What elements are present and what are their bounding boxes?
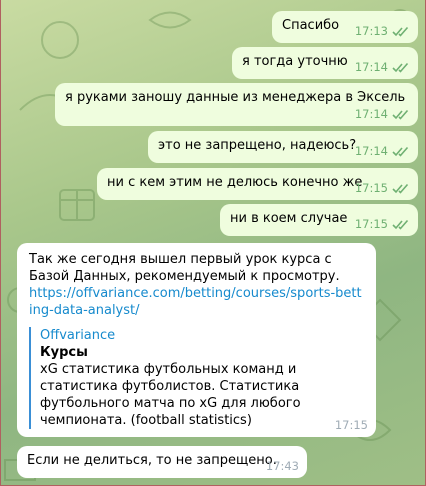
message-time: 17:15 <box>334 418 368 432</box>
message-meta: 17:14 <box>355 59 410 76</box>
double-check-icon <box>392 62 409 73</box>
message-text: Так же сегодня вышел первый урок курса с… <box>29 252 340 284</box>
message-time: 17:43 <box>265 459 299 473</box>
outgoing-message[interactable]: ни в коем случае 17:15 <box>220 204 418 236</box>
outgoing-message[interactable]: я тогда уточню 17:14 <box>232 47 418 79</box>
double-check-icon <box>392 219 409 230</box>
message-meta: 17:15 <box>355 180 410 197</box>
message-meta: 17:15 <box>335 417 368 434</box>
incoming-message[interactable]: Если не делиться, то не запрещено. 17:43 <box>17 446 307 478</box>
outgoing-message[interactable]: ни с кем этим не делюсь конечно же 17:15 <box>97 168 418 200</box>
outgoing-message[interactable]: Спасибо 17:13 <box>272 11 418 43</box>
double-check-icon <box>392 26 409 37</box>
message-meta: 17:14 <box>355 106 410 123</box>
double-check-icon <box>392 183 409 194</box>
double-check-icon <box>392 109 409 120</box>
message-link[interactable]: https://offvariance.com/betting/courses/… <box>29 286 362 318</box>
outgoing-message[interactable]: я руками заношу данные из менеджера в Эк… <box>55 83 418 126</box>
outgoing-message[interactable]: это не запрещено, надеюсь? 17:14 <box>148 131 418 163</box>
link-preview-title: Курсы <box>40 345 88 360</box>
message-meta: 17:13 <box>355 23 410 40</box>
link-preview-description: xG статистика футбольных команд и статис… <box>40 362 301 428</box>
link-preview[interactable]: Offvariance Курсы xG статистика футбольн… <box>29 327 364 429</box>
message-meta: 17:43 <box>266 458 299 475</box>
message-meta: 17:15 <box>355 216 410 233</box>
link-preview-site: Offvariance <box>40 328 116 343</box>
message-time: 17:15 <box>354 181 388 195</box>
incoming-message[interactable]: Так же сегодня вышел первый урок курса с… <box>17 243 376 437</box>
message-time: 17:13 <box>354 24 388 38</box>
message-time: 17:14 <box>354 144 388 158</box>
message-meta: 17:14 <box>355 143 410 160</box>
message-time: 17:15 <box>354 217 388 231</box>
double-check-icon <box>392 146 409 157</box>
message-time: 17:14 <box>354 107 388 121</box>
window-border-left <box>0 0 1 486</box>
message-time: 17:14 <box>354 60 388 74</box>
message-text: я руками заношу данные из менеджера в Эк… <box>65 90 406 105</box>
message-text: Если не делиться, то не запрещено. <box>27 453 277 468</box>
